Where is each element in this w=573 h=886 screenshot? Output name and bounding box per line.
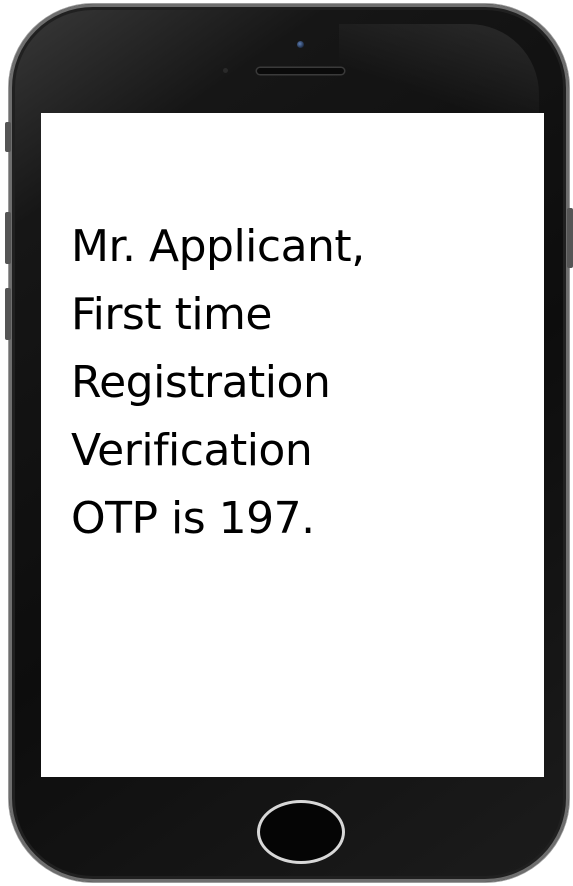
mute-switch[interactable] [5, 122, 11, 152]
power-button[interactable] [567, 208, 573, 268]
message-line-greeting: Mr. Applicant, [71, 221, 365, 272]
volume-down-button[interactable] [5, 288, 11, 340]
home-button[interactable] [257, 800, 345, 864]
earpiece-speaker-icon [257, 68, 344, 74]
message-line: First time [71, 289, 273, 340]
proximity-sensor-icon [223, 68, 228, 73]
sms-message: Mr. Applicant, First time Registration V… [71, 213, 544, 553]
message-line: Verification [71, 425, 313, 476]
phone-screen: Mr. Applicant, First time Registration V… [41, 113, 544, 777]
message-line: Registration [71, 357, 331, 408]
volume-up-button[interactable] [5, 212, 11, 264]
front-camera-icon [297, 41, 304, 48]
message-line-otp: OTP is 197. [71, 493, 315, 544]
phone-glare [339, 24, 539, 114]
